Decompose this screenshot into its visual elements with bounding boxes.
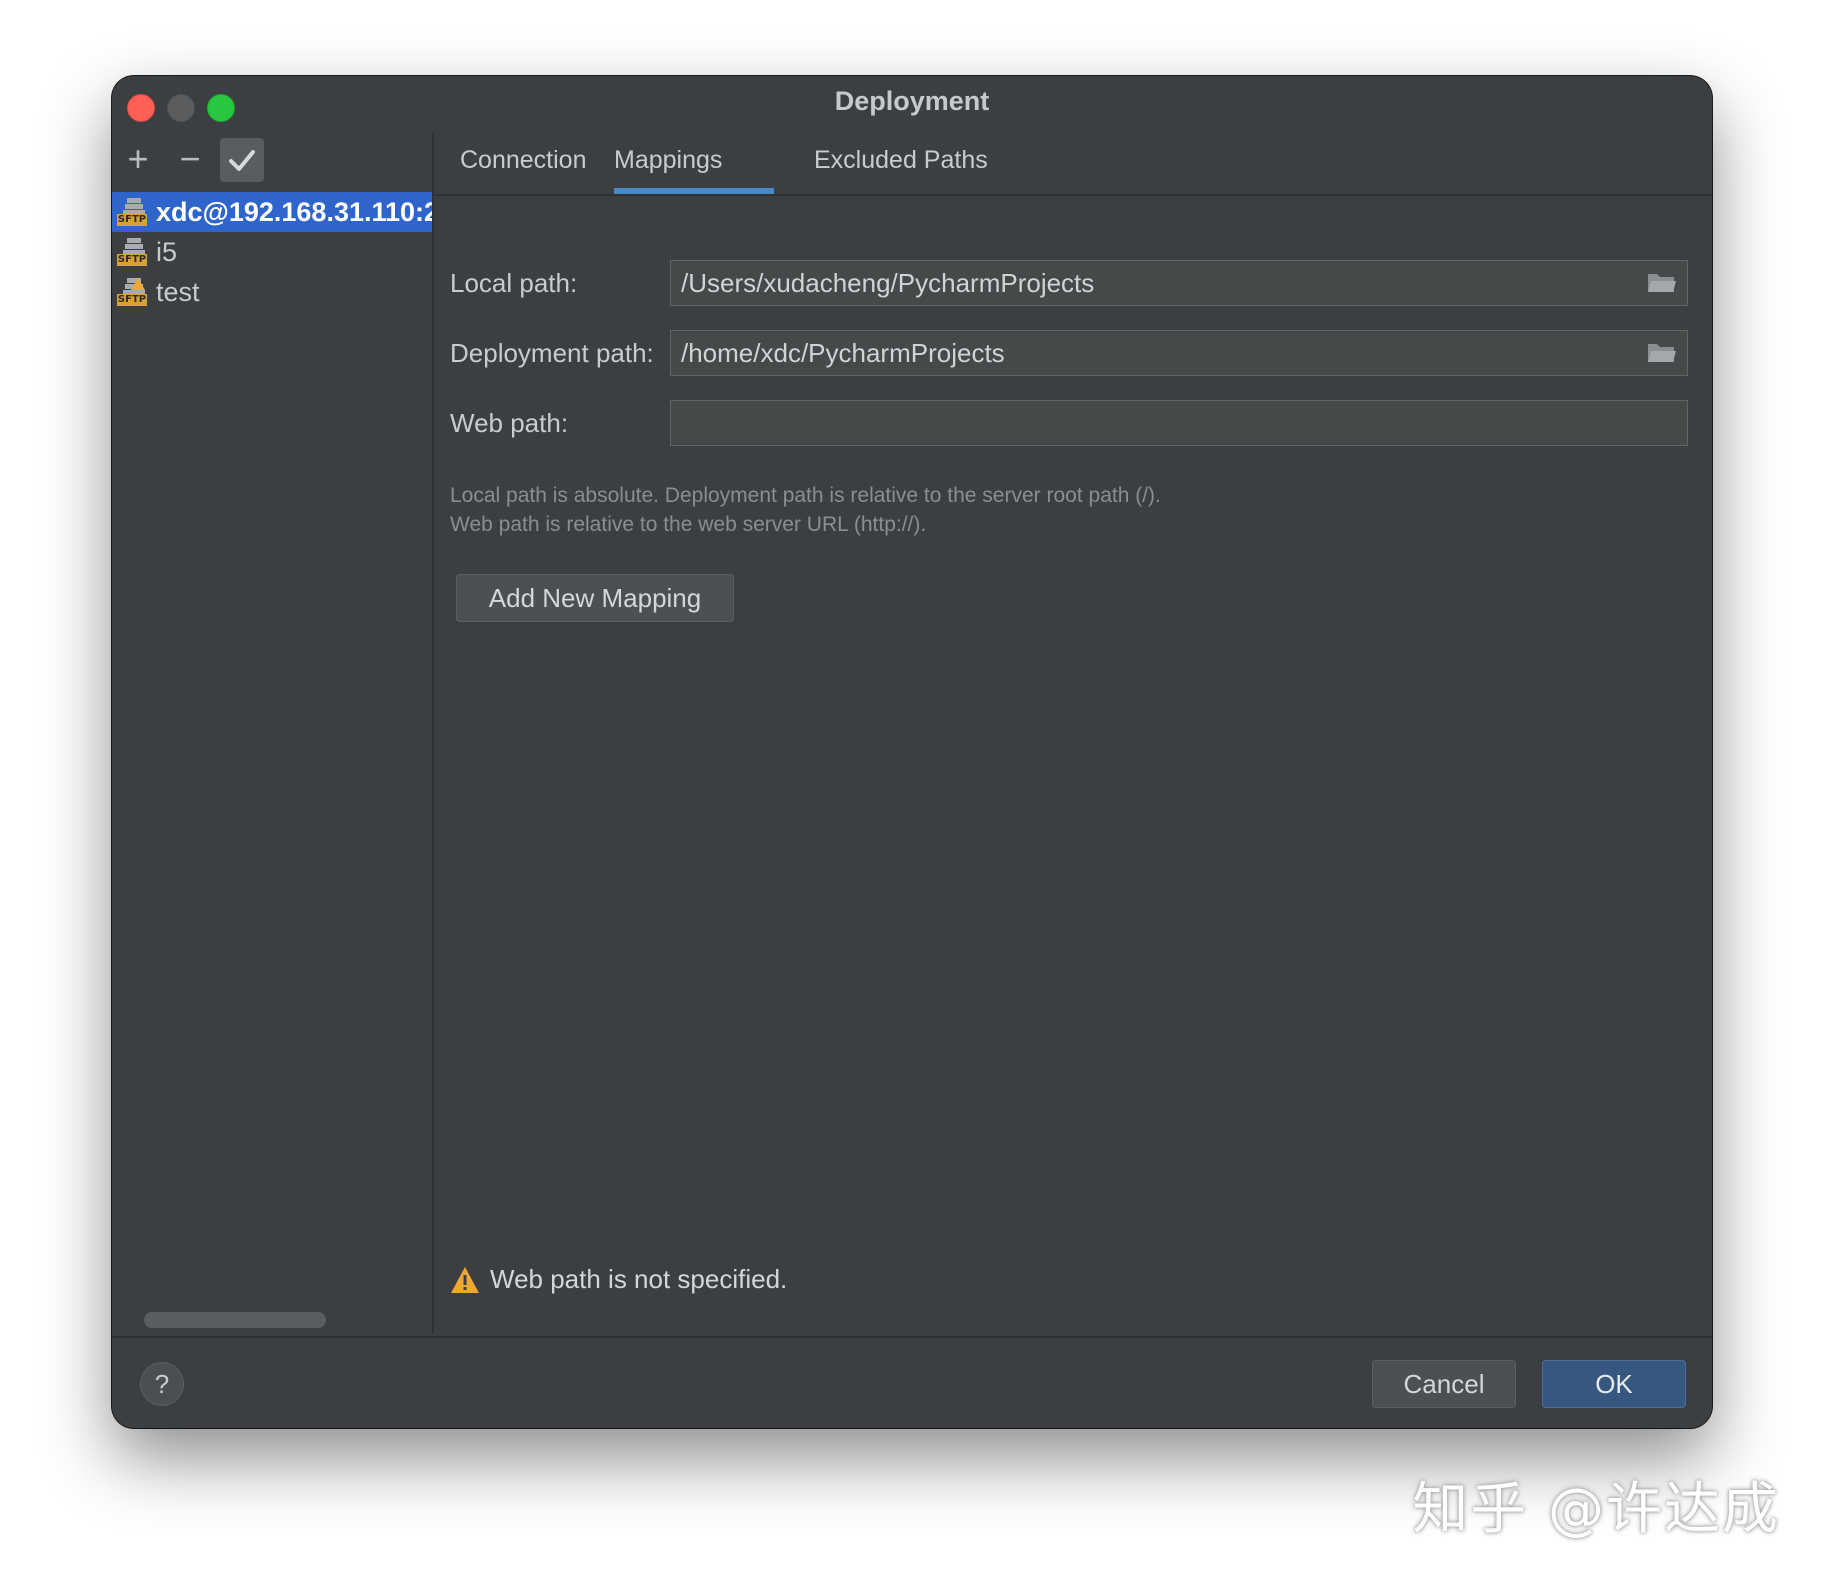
sftp-server-warning-icon: SFTP xyxy=(117,276,149,308)
sidebar-horizontal-scrollbar[interactable] xyxy=(144,1312,326,1328)
active-tab-indicator xyxy=(614,188,774,194)
validation-warning: Web path is not specified. xyxy=(450,1264,787,1295)
deployment-path-field[interactable]: /home/xdc/PycharmProjects xyxy=(670,330,1688,376)
server-list: SFTP xdc@192.168.31.110:22 SFTP i5 SFTP … xyxy=(112,192,432,312)
server-item-i5[interactable]: SFTP i5 xyxy=(112,232,432,272)
cancel-button[interactable]: Cancel xyxy=(1372,1360,1516,1408)
sidebar-toolbar: + − xyxy=(112,132,432,188)
folder-open-icon[interactable] xyxy=(1647,271,1677,295)
add-server-button[interactable]: + xyxy=(116,138,160,182)
tab-connection[interactable]: Connection xyxy=(460,146,586,175)
web-path-label: Web path: xyxy=(450,408,569,438)
server-name: xdc@192.168.31.110:22 xyxy=(156,196,432,227)
title-bar: Deployment xyxy=(112,76,1712,132)
checkmark-icon xyxy=(229,150,255,171)
server-item-test[interactable]: SFTP test xyxy=(112,272,432,312)
deployment-path-label: Deployment path: xyxy=(450,338,654,368)
path-hint-line-2: Web path is relative to the web server U… xyxy=(450,513,927,536)
settings-panel: Connection Mappings Excluded Paths Local… xyxy=(434,132,1712,1334)
tab-excluded-paths[interactable]: Excluded Paths xyxy=(814,146,988,175)
path-hint-line-1: Local path is absolute. Deployment path … xyxy=(450,484,1161,507)
deployment-dialog: Deployment + − SFTP xdc@192.168.31.110:2… xyxy=(112,76,1712,1428)
local-path-label: Local path: xyxy=(450,268,578,298)
warning-triangle-icon xyxy=(451,1266,479,1293)
tab-mappings[interactable]: Mappings xyxy=(614,146,722,175)
web-path-field[interactable] xyxy=(670,400,1688,446)
folder-open-icon[interactable] xyxy=(1647,341,1677,365)
server-item-xdc[interactable]: SFTP xdc@192.168.31.110:22 xyxy=(112,192,432,232)
local-path-value: /Users/xudacheng/PycharmProjects xyxy=(681,268,1095,298)
sftp-server-icon: SFTP xyxy=(117,196,149,228)
add-new-mapping-button[interactable]: Add New Mapping xyxy=(456,574,734,622)
ok-button[interactable]: OK xyxy=(1542,1360,1686,1408)
deployment-path-value: /home/xdc/PycharmProjects xyxy=(681,338,1005,368)
set-default-server-button[interactable] xyxy=(220,138,264,182)
help-button[interactable]: ? xyxy=(140,1362,184,1406)
server-sidebar: + − SFTP xdc@192.168.31.110:22 SFTP i5 S… xyxy=(112,132,434,1334)
sftp-server-icon: SFTP xyxy=(117,236,149,268)
server-name: test xyxy=(156,276,200,307)
warning-text: Web path is not specified. xyxy=(490,1264,788,1294)
tab-bar: Connection Mappings Excluded Paths xyxy=(434,132,1712,196)
remove-server-button[interactable]: − xyxy=(168,138,212,182)
watermark: 知乎 @许达成 xyxy=(1412,1477,1780,1542)
local-path-field[interactable]: /Users/xudacheng/PycharmProjects xyxy=(670,260,1688,306)
server-name: i5 xyxy=(156,236,178,267)
window-title: Deployment xyxy=(834,86,990,116)
dialog-footer: ? Cancel OK xyxy=(112,1336,1712,1428)
